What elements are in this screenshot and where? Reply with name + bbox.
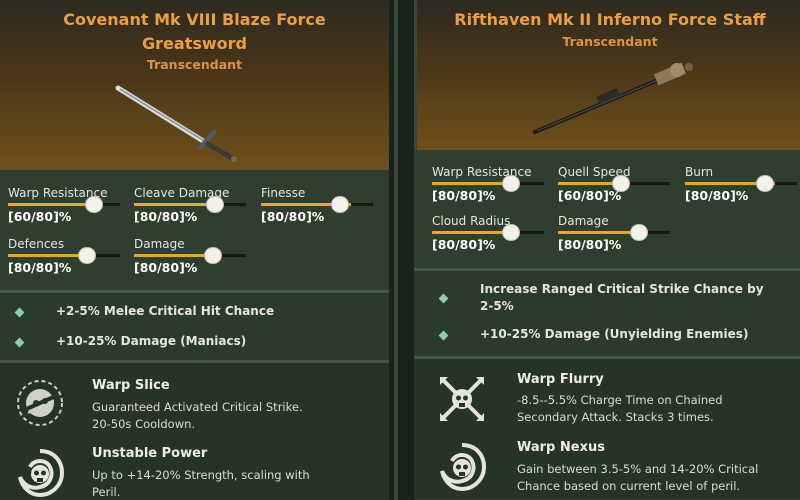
- stat-label: Damage: [558, 214, 609, 228]
- stat-label: Burn: [685, 165, 714, 179]
- perk-desc-line1: Up to +14-20% Strength, scaling with: [92, 468, 310, 482]
- stat-bar-knob[interactable]: [502, 175, 520, 192]
- stat-bar-knob[interactable]: [85, 196, 103, 213]
- bullet-icon: [438, 330, 449, 341]
- perk-desc-line2: Chance based on current level of peril.: [517, 479, 741, 493]
- blessing-text: +2-5% Melee Critical Hit Chance: [56, 304, 275, 318]
- stat-bar: [685, 175, 797, 192]
- card-divider: [389, 0, 414, 500]
- stat-bar: [558, 224, 670, 241]
- stat-bar-knob[interactable]: [502, 224, 520, 241]
- stat-bar: [8, 196, 120, 213]
- stat-bar-knob[interactable]: [78, 247, 96, 264]
- warp-slice-icon: [17, 380, 63, 426]
- stat-value: [80/80]%: [432, 188, 496, 203]
- stat-value: [80/80]%: [134, 209, 198, 224]
- stat-bar: [134, 247, 246, 264]
- weapon-title-line2: Greatsword: [142, 34, 247, 53]
- stat-value: [80/80]%: [432, 237, 496, 252]
- stat-value: [60/80]%: [8, 209, 72, 224]
- stat-bar-knob[interactable]: [204, 247, 222, 264]
- weapon-header: Rifthaven Mk II Inferno Force Staff Tran…: [414, 0, 800, 150]
- bullet-icon: [438, 293, 449, 304]
- stat-bar: [432, 175, 544, 192]
- bullet-icon: [14, 307, 25, 318]
- greatsword-image: [115, 85, 237, 162]
- stat-bar-fill: [8, 203, 92, 206]
- force-staff-image: [533, 62, 693, 134]
- blessings-panel: +2-5% Melee Critical Hit Chance +10-25% …: [0, 293, 389, 360]
- perk-desc-line2: Secondary Attack. Stacks 3 times.: [517, 410, 714, 424]
- perk-name: Warp Flurry: [517, 372, 604, 387]
- stat-value: [80/80]%: [134, 260, 198, 275]
- perk-desc-line1: Guaranteed Activated Critical Strike.: [92, 400, 303, 414]
- stat-value: [80/80]%: [558, 237, 622, 252]
- weapon-title: Rifthaven Mk II Inferno Force Staff: [454, 10, 766, 29]
- warp-nexus-icon: [440, 443, 487, 492]
- stat-bar-knob[interactable]: [206, 196, 224, 213]
- stats-panel: Warp Resistance [80/80]% Quell Speed [60…: [414, 150, 800, 268]
- stats-panel: Warp Resistance [60/80]% Cleave Damage […: [0, 170, 389, 290]
- perk-name: Warp Nexus: [517, 440, 605, 455]
- stat-value: [80/80]%: [8, 260, 72, 275]
- stat-label: Cloud Radius: [432, 214, 511, 228]
- stat-label: Damage: [134, 237, 185, 251]
- warp-flurry-icon: [440, 377, 484, 421]
- perk-desc-line2: 20-50s Cooldown.: [92, 417, 196, 431]
- weapon-rarity: Transcendant: [146, 57, 243, 72]
- weapon-title-line1: Covenant Mk VIII Blaze Force: [63, 10, 326, 29]
- perks-panel: Warp Flurry -8.5--5.5% Charge Time on Ch…: [414, 359, 800, 499]
- blessing-text-line1: Increase Ranged Critical Strike Chance b…: [480, 282, 764, 296]
- stat-bar: [432, 224, 544, 241]
- stat-label: Defences: [8, 237, 65, 251]
- stat-value: [80/80]%: [261, 209, 325, 224]
- perk-name: Unstable Power: [92, 446, 208, 461]
- stat-label: Finesse: [261, 186, 306, 200]
- blessing-text: +10-25% Damage (Unyielding Enemies): [480, 327, 749, 341]
- stat-bar: [8, 247, 120, 264]
- weapon-card-right[interactable]: Rifthaven Mk II Inferno Force Staff Tran…: [414, 0, 800, 500]
- stat-bar: [261, 196, 373, 213]
- weapon-header: Covenant Mk VIII Blaze Force Greatsword …: [0, 0, 389, 170]
- perk-desc-line2: Peril.: [92, 485, 121, 499]
- stat-bar: [558, 175, 670, 192]
- stat-bar-knob[interactable]: [630, 224, 648, 241]
- perk-name: Warp Slice: [92, 378, 170, 393]
- perk-desc-line1: Gain between 3.5-5% and 14-20% Critical: [517, 462, 759, 476]
- blessing-text-line2: 2-5%: [480, 299, 514, 313]
- stat-bar-knob[interactable]: [331, 196, 349, 213]
- stat-value: [80/80]%: [685, 188, 749, 203]
- blessing-text: +10-25% Damage (Maniacs): [56, 334, 247, 348]
- stat-bar: [134, 196, 246, 213]
- perks-panel: Warp Slice Guaranteed Activated Critical…: [0, 363, 389, 500]
- weapon-card-left[interactable]: Covenant Mk VIII Blaze Force Greatsword …: [0, 0, 389, 500]
- perk-desc-line1: -8.5--5.5% Charge Time on Chained: [517, 393, 723, 407]
- bullet-icon: [14, 337, 25, 348]
- blessings-panel: Increase Ranged Critical Strike Chance b…: [414, 271, 800, 356]
- stat-bar-knob[interactable]: [756, 175, 774, 192]
- unstable-power-icon: [18, 449, 65, 498]
- stat-value: [60/80]%: [558, 188, 622, 203]
- weapon-rarity: Transcendant: [562, 34, 658, 49]
